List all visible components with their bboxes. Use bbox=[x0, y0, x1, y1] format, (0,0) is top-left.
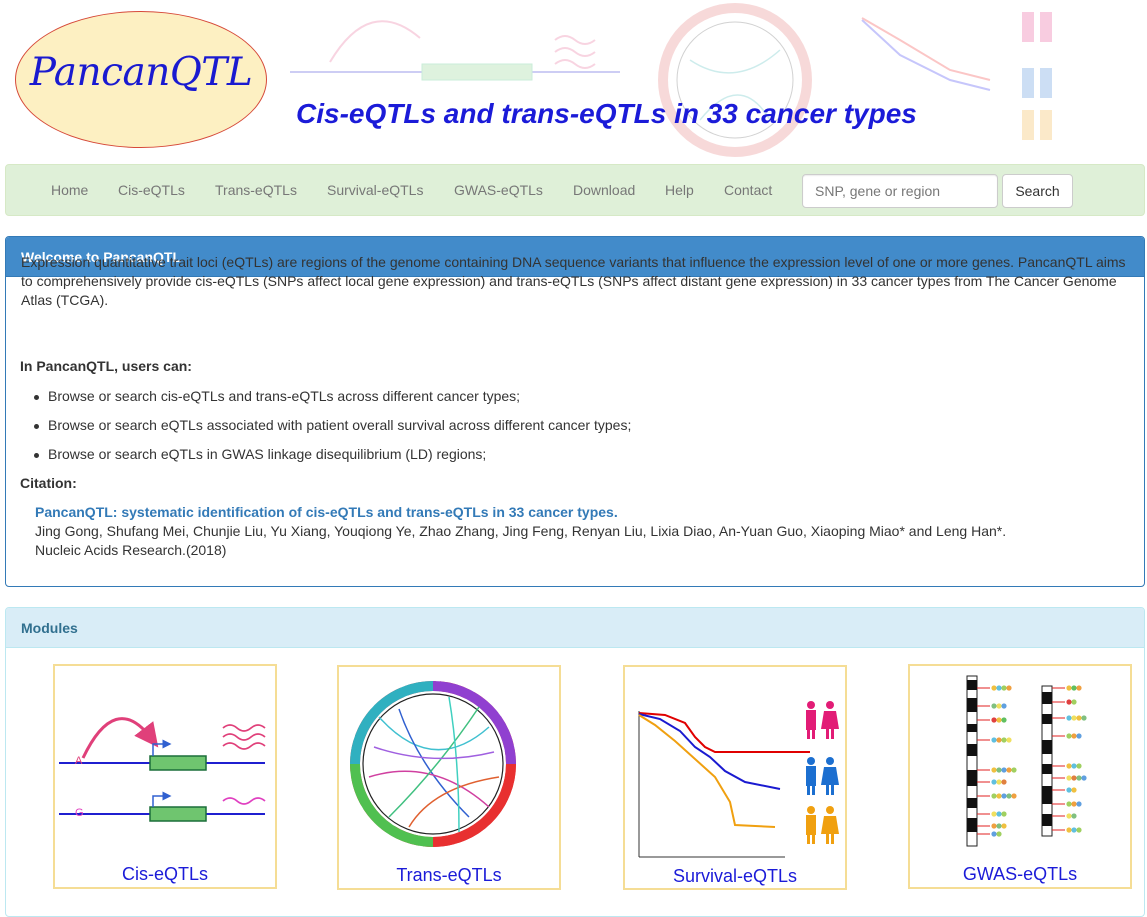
site-tagline: Cis-eQTLs and trans-eQTLs in 33 cancer t… bbox=[296, 98, 917, 129]
welcome-panel-body: In PancanQTL, users can: Browse or searc… bbox=[5, 276, 1145, 576]
module-card-gwas-eqtls[interactable]: GWAS-eQTLs bbox=[908, 664, 1132, 889]
nav-download[interactable]: Download bbox=[573, 182, 635, 198]
module-label-trans-eqtls[interactable]: Trans-eQTLs bbox=[339, 865, 559, 886]
feature-bullet-1: Browse or search cis-eQTLs and trans-eQT… bbox=[33, 388, 521, 404]
nav-help[interactable]: Help bbox=[665, 182, 694, 198]
module-label-gwas-eqtls[interactable]: GWAS-eQTLs bbox=[910, 864, 1130, 885]
cis-eqtl-illustration bbox=[59, 717, 266, 822]
survival-curve-illustration bbox=[638, 701, 839, 858]
module-card-cis-eqtls[interactable]: A G Cis-eQTLs bbox=[53, 664, 277, 889]
trans-eqtl-circos-illustration bbox=[350, 681, 516, 847]
nav-survival-eqtls[interactable]: Survival-eQTLs bbox=[327, 182, 423, 198]
site-logo[interactable]: PancanQTL bbox=[15, 50, 267, 95]
nav-gwas-eqtls[interactable]: GWAS-eQTLs bbox=[454, 182, 543, 198]
allele-g-label: G bbox=[75, 807, 84, 819]
citation-journal: Nucleic Acids Research.(2018) bbox=[35, 542, 227, 558]
modules-panel: Modules A G Cis-eQTLs Trans-eQTLs Surviv… bbox=[5, 607, 1145, 917]
nav-trans-eqtls[interactable]: Trans-eQTLs bbox=[215, 182, 297, 198]
gwas-chromosome-illustration bbox=[966, 675, 1087, 847]
module-card-trans-eqtls[interactable]: Trans-eQTLs bbox=[337, 665, 561, 890]
module-label-survival-eqtls[interactable]: Survival-eQTLs bbox=[625, 866, 845, 887]
module-label-cis-eqtls[interactable]: Cis-eQTLs bbox=[55, 864, 275, 885]
feature-bullet-3: Browse or search eQTLs in GWAS linkage d… bbox=[33, 446, 487, 462]
search-button[interactable]: Search bbox=[1002, 174, 1073, 208]
nav-contact[interactable]: Contact bbox=[724, 182, 772, 198]
modules-panel-title: Modules bbox=[6, 608, 1144, 648]
citation-heading: Citation: bbox=[20, 475, 77, 491]
users-can-heading: In PancanQTL, users can: bbox=[20, 358, 192, 374]
feature-bullet-2: Browse or search eQTLs associated with p… bbox=[33, 417, 632, 433]
nav-home[interactable]: Home bbox=[51, 182, 88, 198]
search-input[interactable] bbox=[802, 174, 998, 208]
module-card-survival-eqtls[interactable]: Survival-eQTLs bbox=[623, 665, 847, 890]
nav-cis-eqtls[interactable]: Cis-eQTLs bbox=[118, 182, 185, 198]
allele-a-label: A bbox=[75, 755, 83, 767]
citation-title-link[interactable]: PancanQTL: systematic identification of … bbox=[35, 504, 618, 520]
main-navbar: Home Cis-eQTLs Trans-eQTLs Survival-eQTL… bbox=[5, 164, 1145, 216]
page-header: PancanQTL Cis-eQTLs and trans-eQTLs in 3… bbox=[0, 0, 1147, 165]
citation-authors: Jing Gong, Shufang Mei, Chunjie Liu, Yu … bbox=[35, 523, 1007, 539]
